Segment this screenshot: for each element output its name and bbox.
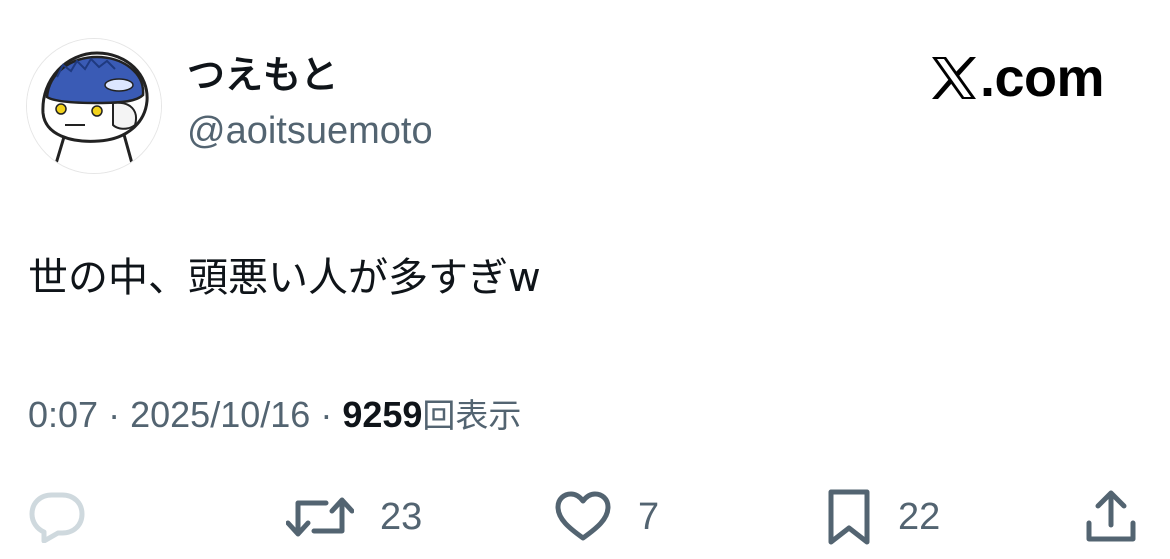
- bookmark-icon: [828, 489, 870, 545]
- heart-icon: [555, 491, 611, 541]
- user-handle[interactable]: @aoitsuemoto: [187, 106, 433, 156]
- tweet-meta: 0:07 · 2025/10/16 · 9259回表示: [28, 388, 521, 443]
- x-brand: .com: [930, 46, 1105, 110]
- bookmark-button[interactable]: 22: [826, 484, 940, 550]
- retweet-count: 23: [380, 496, 423, 538]
- views-label: 回表示: [422, 396, 522, 435]
- views-count: 9259: [342, 394, 423, 435]
- like-count: 7: [638, 496, 660, 538]
- display-name[interactable]: つえもと: [187, 50, 338, 100]
- cartoon-avatar-icon: [27, 39, 161, 173]
- share-button[interactable]: [1084, 484, 1138, 550]
- retweet-button[interactable]: 23: [286, 484, 422, 550]
- tweet-time[interactable]: 0:07: [28, 394, 98, 435]
- tweet-date[interactable]: 2025/10/16: [130, 394, 310, 435]
- avatar[interactable]: [26, 38, 162, 174]
- action-bar: 23 7 22: [0, 484, 1170, 550]
- reply-icon: [29, 492, 85, 543]
- brand-text: .com: [979, 48, 1105, 108]
- tweet-text: 世の中、頭悪い人が多すぎw: [28, 255, 541, 301]
- retweet-icon: [286, 497, 354, 537]
- share-icon: [1086, 490, 1136, 542]
- meta-separator: ·: [320, 394, 333, 435]
- like-button[interactable]: 7: [554, 484, 659, 550]
- meta-separator: ·: [108, 394, 121, 435]
- reply-button[interactable]: [28, 484, 86, 550]
- bookmark-count: 22: [898, 496, 941, 538]
- x-logo-icon: [931, 57, 976, 99]
